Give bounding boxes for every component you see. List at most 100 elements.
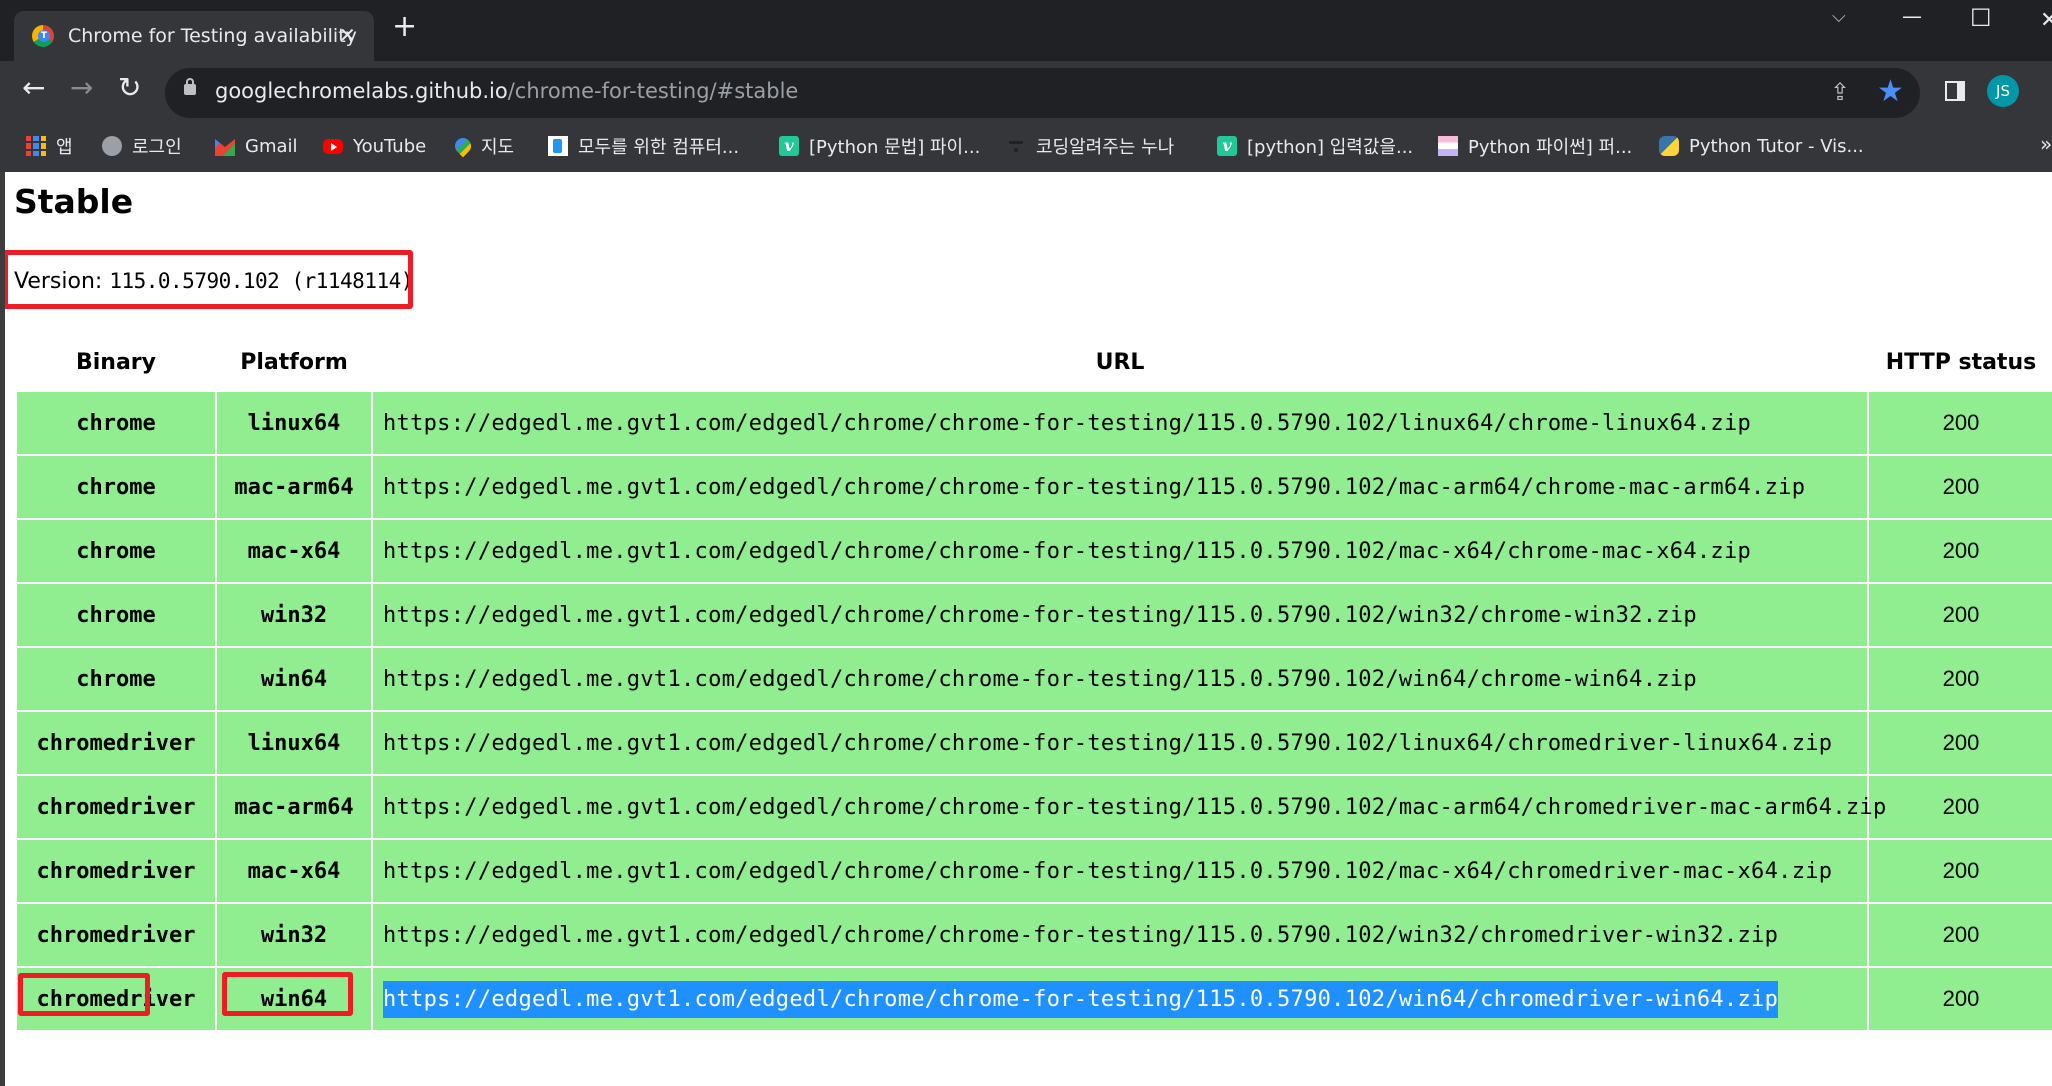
maximize-icon[interactable]: ☐ (1970, 4, 1992, 32)
cell-http-status: 200 (1867, 966, 2052, 1032)
cell-http-status: 200 (1867, 454, 2052, 520)
chrome-for-testing-icon (32, 25, 54, 47)
table-row: chromedriver mac-arm64 https://edgedl.me.g… (15, 774, 2052, 840)
maps-pin-icon (451, 134, 475, 158)
version-value: 115.0.5790.102 (r1148114) (109, 269, 413, 293)
back-button[interactable]: ← (22, 73, 45, 103)
lock-icon[interactable] (184, 78, 196, 95)
reload-button[interactable]: ↻ (118, 73, 141, 103)
cell-binary: chrome (15, 646, 217, 712)
download-link[interactable]: https://edgedl.me.gvt1.com/edgedl/chrome… (383, 475, 1805, 500)
profile-avatar[interactable]: JS (1987, 75, 2019, 107)
download-link[interactable]: https://edgedl.me.gvt1.com/edgedl/chrome… (383, 411, 1751, 436)
cell-platform: mac-x64 (215, 838, 373, 904)
table-row: chrome linux64 https://edgedl.me.gvt1.com/… (15, 390, 2052, 456)
cell-binary: chromedriver (15, 966, 217, 1032)
cell-platform: mac-arm64 (215, 454, 373, 520)
download-link[interactable]: https://edgedl.me.gvt1.com/edgedl/chrome… (383, 603, 1697, 628)
cell-url: https://edgedl.me.gvt1.com/edgedl/chrome… (371, 966, 1869, 1032)
close-window-icon[interactable]: ✕ (2040, 8, 2052, 33)
forward-button[interactable]: → (70, 73, 93, 103)
bookmark-login[interactable]: 로그인 (102, 132, 182, 160)
minimize-icon[interactable]: — (1902, 4, 1922, 28)
bookmark-coding-nuna[interactable]: 코딩알려주는 누나 (1006, 132, 1174, 160)
bookmark-gmail[interactable]: Gmail (215, 132, 298, 160)
tab-strip: Chrome for Testing availability ✕ + ⌵ — … (0, 0, 2052, 61)
gmail-icon (215, 139, 235, 156)
download-link[interactable]: https://edgedl.me.gvt1.com/edgedl/chrome… (383, 539, 1751, 564)
cell-platform: mac-x64 (215, 518, 373, 584)
new-tab-button[interactable]: + (392, 12, 417, 42)
tab-search-icon[interactable]: ⌵ (1832, 6, 1846, 27)
dash-icon (1006, 136, 1026, 156)
download-link[interactable]: https://edgedl.me.gvt1.com/edgedl/chrome… (383, 795, 1887, 820)
table-row: chrome win32 https://edgedl.me.gvt1.com/ed… (15, 582, 2052, 648)
youtube-icon (323, 138, 343, 154)
page-title: Stable (14, 182, 134, 221)
page-content: Stable Version: 115.0.5790.102 (r1148114… (5, 172, 2052, 1086)
address-bar[interactable]: googlechromelabs.github.io/chrome-for-te… (165, 68, 1920, 118)
download-link[interactable]: https://edgedl.me.gvt1.com/edgedl/chrome… (383, 923, 1778, 948)
bookmark-label: YouTube (353, 135, 427, 157)
cell-binary: chromedriver (15, 774, 217, 840)
cell-platform: mac-arm64 (215, 774, 373, 840)
bookmark-youtube[interactable]: YouTube (323, 132, 426, 160)
cell-binary: chromedriver (15, 710, 217, 776)
cell-url: https://edgedl.me.gvt1.com/edgedl/chrome… (371, 710, 1869, 776)
cell-binary: chrome (15, 582, 217, 648)
cell-url: https://edgedl.me.gvt1.com/edgedl/chrome… (371, 582, 1869, 648)
table-row: chromedriver win32 https://edgedl.me.gvt1.… (15, 902, 2052, 968)
bookmark-label: [Python 문법] 파이... (809, 137, 981, 158)
cell-url: https://edgedl.me.gvt1.com/edgedl/chrome… (371, 390, 1869, 456)
cell-url: https://edgedl.me.gvt1.com/edgedl/chrome… (371, 902, 1869, 968)
velog-icon: v (1217, 136, 1237, 156)
table-row: chromedriver win64 https://edgedl.me.gvt1.… (15, 966, 2052, 1032)
url-path: /chrome-for-testing/#stable (507, 79, 799, 103)
downloads-table: Binary Platform URL HTTP status chrome li… (15, 334, 2052, 1032)
bookmark-python-tutor[interactable]: Python Tutor - Vis... (1659, 132, 1864, 160)
download-link[interactable]: https://edgedl.me.gvt1.com/edgedl/chrome… (383, 667, 1697, 692)
cell-http-status: 200 (1867, 582, 2052, 648)
menu-icon[interactable]: ⋮ (2043, 76, 2052, 104)
share-icon[interactable]: ⇪ (1830, 78, 1850, 106)
cell-http-status: 200 (1867, 646, 2052, 712)
close-tab-icon[interactable]: ✕ (339, 23, 356, 47)
bookmarks-bar: 앱 로그인 Gmail YouTube 지도 모두를 위한 컴퓨터... v [… (0, 120, 2052, 172)
download-link[interactable]: https://edgedl.me.gvt1.com/edgedl/chrome… (383, 859, 1832, 884)
bookmark-label: 코딩알려주는 누나 (1036, 137, 1175, 158)
bookmark-python-input[interactable]: v [python] 입력값을... (1217, 132, 1413, 160)
cell-http-status: 200 (1867, 774, 2052, 840)
book-icon (548, 136, 568, 156)
column-header-url: URL (1095, 349, 1145, 375)
cell-binary: chromedriver (15, 902, 217, 968)
version-label: Version: (14, 269, 103, 294)
column-header-binary: Binary (75, 349, 156, 375)
bookmark-apps[interactable]: 앱 (26, 132, 73, 160)
cell-http-status: 200 (1867, 902, 2052, 968)
bookmark-maps[interactable]: 지도 (451, 132, 514, 160)
cell-binary: chrome (15, 518, 217, 584)
cell-url: https://edgedl.me.gvt1.com/edgedl/chrome… (371, 454, 1869, 520)
bookmark-python-syntax[interactable]: v [Python 문법] 파이... (779, 132, 980, 160)
bookmark-star-icon[interactable]: ★ (1877, 74, 1904, 109)
cell-http-status: 200 (1867, 710, 2052, 776)
address-url[interactable]: googlechromelabs.github.io/chrome-for-te… (215, 79, 798, 103)
cell-http-status: 200 (1867, 518, 2052, 584)
cell-url: https://edgedl.me.gvt1.com/edgedl/chrome… (371, 838, 1869, 904)
bookmark-cs-for-all[interactable]: 모두를 위한 컴퓨터... (548, 132, 739, 160)
cell-platform: win64 (215, 966, 373, 1032)
download-link[interactable]: https://edgedl.me.gvt1.com/edgedl/chrome… (383, 980, 1779, 1018)
cell-binary: chrome (15, 390, 217, 456)
bookmarks-overflow-button[interactable]: » (2040, 132, 2052, 156)
bookmark-python-korean[interactable]: Python 파이썬] 퍼... (1438, 132, 1632, 160)
side-panel-icon[interactable] (1945, 81, 1965, 101)
cell-platform: win32 (215, 902, 373, 968)
table-row: chrome mac-arm64 https://edgedl.me.gvt1.co… (15, 454, 2052, 520)
bookmark-label: 앱 (56, 137, 73, 158)
bookmark-label: Python 파이썬] 퍼... (1468, 137, 1633, 158)
cell-platform: linux64 (215, 390, 373, 456)
tab-active[interactable]: Chrome for Testing availability ✕ (14, 11, 374, 61)
download-link[interactable]: https://edgedl.me.gvt1.com/edgedl/chrome… (383, 731, 1832, 756)
python-icon (1659, 136, 1679, 156)
cell-url: https://edgedl.me.gvt1.com/edgedl/chrome… (371, 646, 1869, 712)
